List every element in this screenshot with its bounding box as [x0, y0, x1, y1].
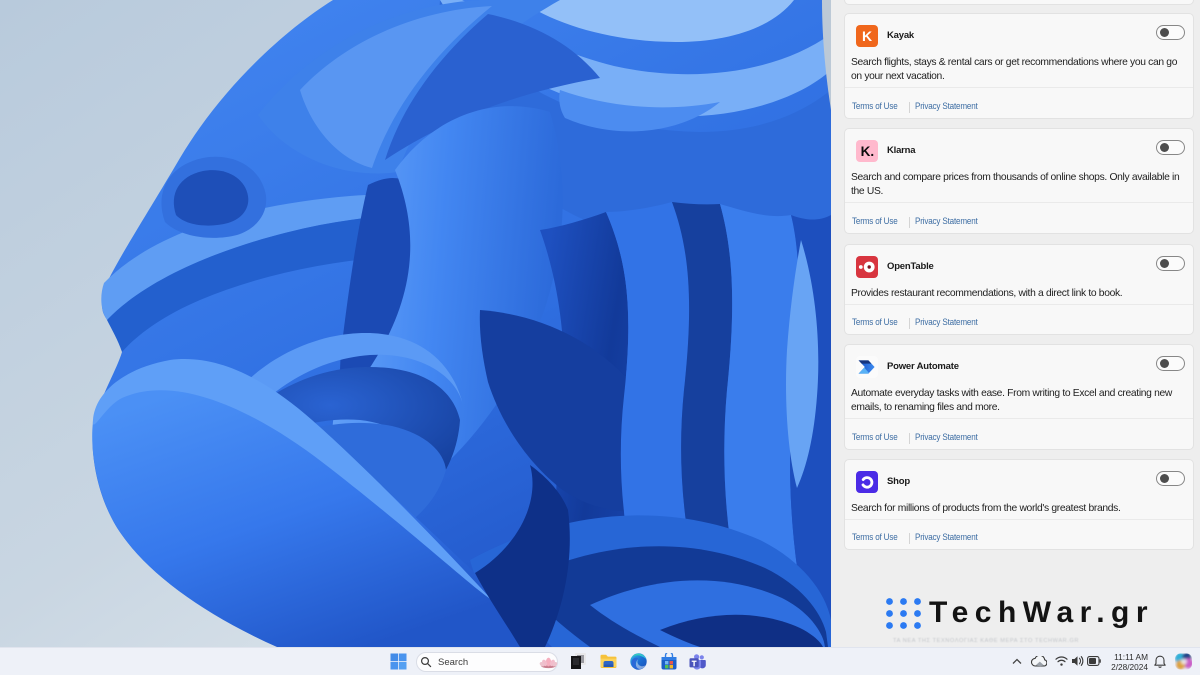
svg-text:K: K — [862, 28, 872, 44]
svg-text:K.: K. — [861, 144, 875, 159]
svg-text:TechWar.gr: TechWar.gr — [929, 597, 1154, 629]
